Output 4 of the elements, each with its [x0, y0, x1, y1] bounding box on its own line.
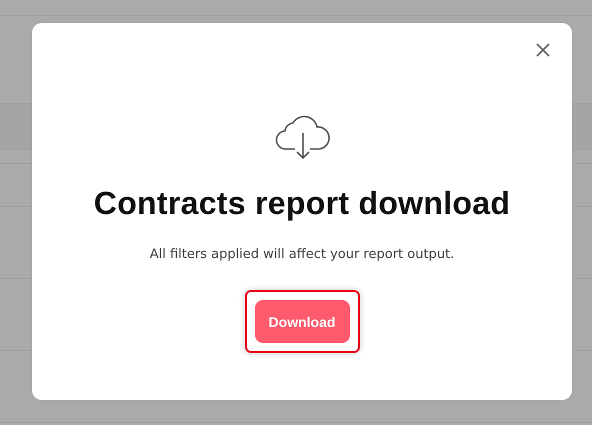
dialog-message: All filters applied will affect your report output. — [150, 247, 454, 262]
download-button[interactable]: Download — [254, 300, 350, 343]
close-icon[interactable] — [535, 42, 551, 58]
dialog-title: Contracts report download — [94, 185, 510, 222]
